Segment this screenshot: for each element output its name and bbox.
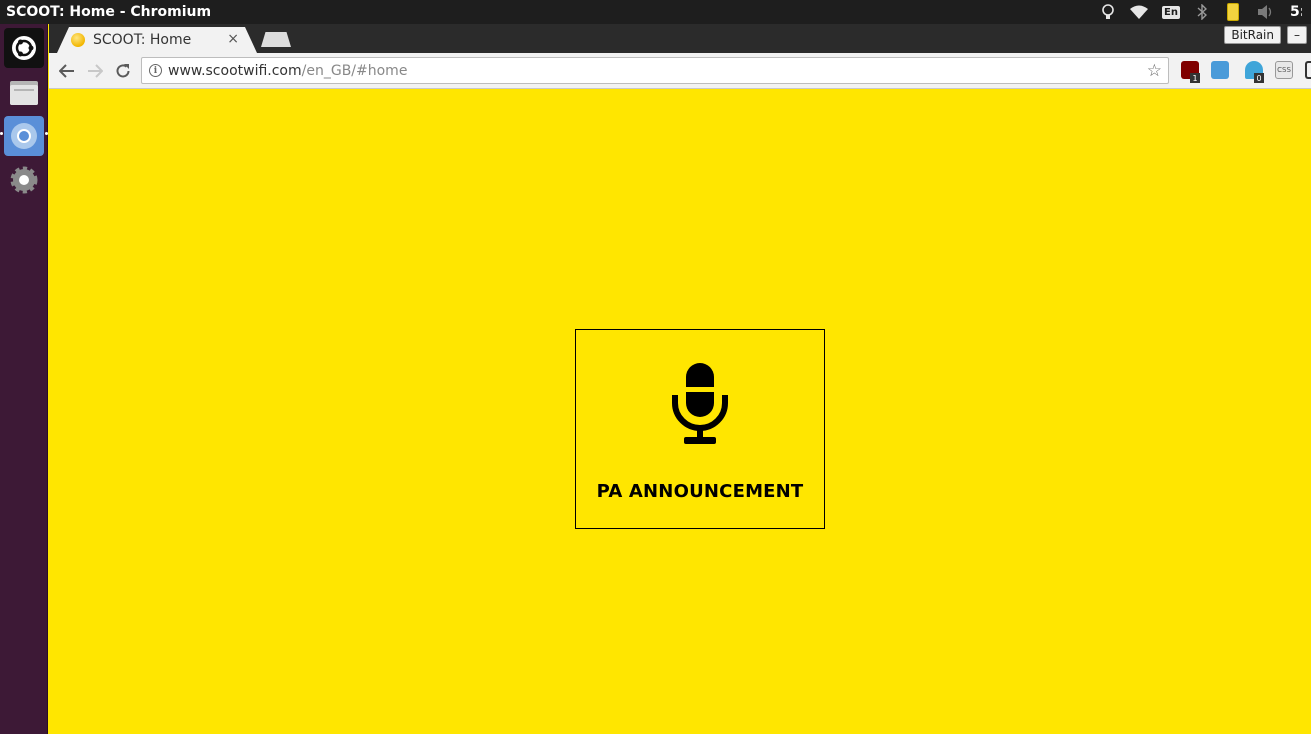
clock[interactable]: 5: xyxy=(1281,0,1311,24)
profile-button[interactable]: BitRain xyxy=(1224,26,1281,44)
extension-overflow-icon[interactable] xyxy=(1305,61,1311,79)
bluetooth-icon[interactable] xyxy=(1187,0,1217,24)
system-tray: En 5: xyxy=(1093,0,1311,24)
tab-title: SCOOT: Home xyxy=(93,32,192,48)
pa-announcement-label: PA ANNOUNCEMENT xyxy=(596,481,804,502)
back-arrow-icon[interactable] xyxy=(55,59,79,83)
browser-tab-strip: SCOOT: Home × BitRain – xyxy=(49,24,1311,53)
keyboard-layout-label: En xyxy=(1162,5,1180,19)
css-viewer-extension-icon[interactable]: CSS xyxy=(1275,61,1293,79)
scoot-favicon-icon xyxy=(71,33,85,47)
launcher-focus-pip xyxy=(45,132,48,135)
keyboard-layout-indicator[interactable]: En xyxy=(1155,0,1187,24)
address-bar[interactable]: i www.scootwifi.com/en_GB/#home ☆ xyxy=(141,57,1169,84)
browser-toolbar: i www.scootwifi.com/en_GB/#home ☆ 1 0 CS… xyxy=(49,53,1311,89)
tab-scoot-home[interactable]: SCOOT: Home × xyxy=(57,27,257,53)
reload-icon[interactable] xyxy=(111,59,135,83)
microphone-icon xyxy=(672,363,728,444)
files-icon[interactable] xyxy=(4,72,44,112)
page-info-icon[interactable]: i xyxy=(149,64,162,77)
ubuntu-dash-icon[interactable] xyxy=(4,28,44,68)
wifi-icon[interactable] xyxy=(1123,0,1155,24)
bulb-icon[interactable] xyxy=(1093,0,1123,24)
url-host: www.scootwifi.com xyxy=(168,62,302,79)
battery-icon[interactable] xyxy=(1217,0,1249,24)
clock-text: 5: xyxy=(1290,4,1302,20)
system-top-panel: SCOOT: Home - Chromium En 5: xyxy=(0,0,1311,24)
minimize-button[interactable]: – xyxy=(1287,26,1307,44)
launcher-sidebar xyxy=(0,24,48,734)
ublock-badge: 1 xyxy=(1190,73,1200,83)
new-tab-button[interactable] xyxy=(261,32,291,47)
skype-extension-icon[interactable] xyxy=(1211,61,1229,79)
url-path: /en_GB/#home xyxy=(301,62,408,79)
launcher-active-pip xyxy=(0,132,3,135)
bookmark-star-icon[interactable]: ☆ xyxy=(1147,61,1162,81)
ghostery-badge: 0 xyxy=(1254,73,1264,83)
settings-gear-icon[interactable] xyxy=(4,160,44,200)
forward-arrow-icon[interactable] xyxy=(83,59,107,83)
pa-announcement-card[interactable]: PA ANNOUNCEMENT xyxy=(575,329,825,529)
window-title: SCOOT: Home - Chromium xyxy=(6,4,212,20)
chromium-icon[interactable] xyxy=(4,116,44,156)
volume-icon[interactable] xyxy=(1249,0,1281,24)
tab-close-icon[interactable]: × xyxy=(227,31,239,47)
page-content: PA ANNOUNCEMENT xyxy=(49,90,1311,734)
